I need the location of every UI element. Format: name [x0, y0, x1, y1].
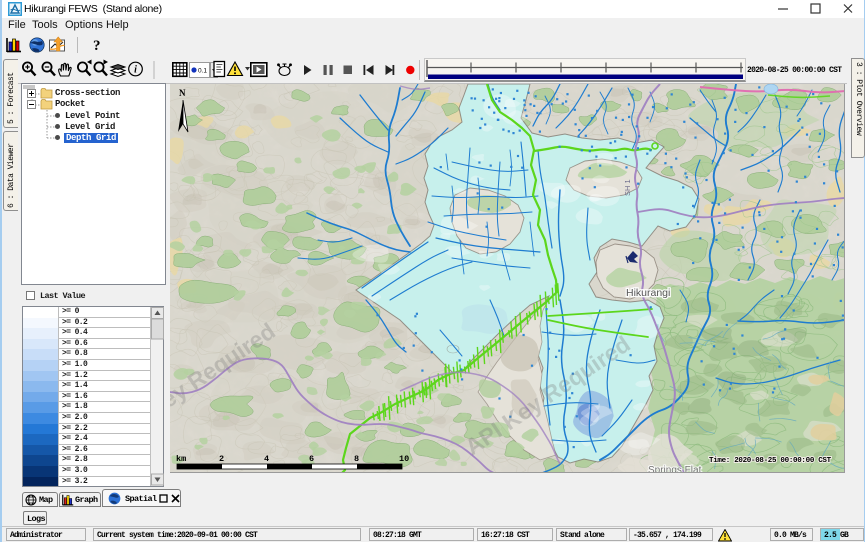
svg-text:10: 10	[399, 454, 409, 464]
svg-text:8: 8	[354, 454, 359, 464]
svg-text:4: 4	[264, 454, 269, 464]
svg-text:N: N	[179, 88, 186, 98]
svg-text:km: km	[176, 454, 186, 464]
svg-text:2: 2	[219, 454, 224, 464]
svg-text:SH 1: SH 1	[623, 179, 632, 196]
svg-text:?: ?	[93, 38, 101, 54]
svg-text:Hikurangi: Hikurangi	[626, 287, 670, 299]
svg-text:i: i	[134, 65, 137, 76]
svg-text:6: 6	[309, 454, 314, 464]
svg-text:Springs Flat: Springs Flat	[648, 465, 702, 473]
svg-text:0.1: 0.1	[198, 68, 207, 75]
svg-text:Time: 2020-08-25 00:00:00 CST: Time: 2020-08-25 00:00:00 CST	[709, 457, 832, 465]
